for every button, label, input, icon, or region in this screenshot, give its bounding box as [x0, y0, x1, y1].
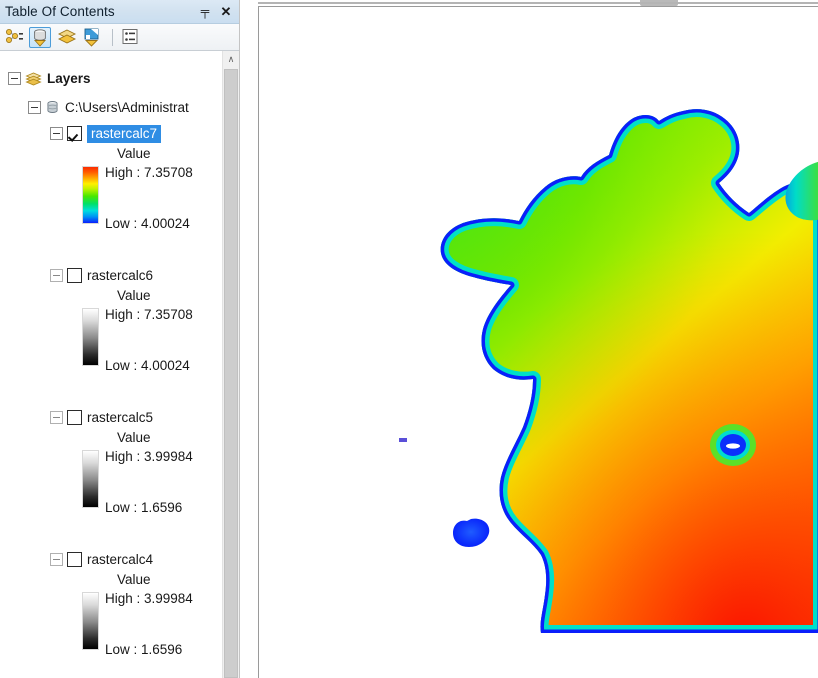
layer-name-rastercalc5[interactable]: rastercalc5 [87, 410, 153, 425]
toolbar-separator [112, 29, 113, 46]
list-by-visibility-icon[interactable] [56, 27, 78, 48]
legend-high-value: High : 3.99984 [105, 449, 193, 464]
legend-high-value: High : 7.35708 [105, 165, 193, 180]
tree-row[interactable]: rastercalc7 [50, 124, 162, 143]
tree-label-layers: Layers [47, 71, 91, 86]
legend-high-value: High : 3.99984 [105, 591, 193, 606]
color-ramp-rastercalc4 [82, 592, 99, 650]
visibility-checkbox-rastercalc4[interactable] [67, 552, 82, 567]
scroll-up-icon[interactable]: ∧ [223, 51, 239, 68]
map-data-frame[interactable] [258, 6, 818, 678]
tree-row[interactable]: rastercalc4 [50, 550, 153, 569]
visibility-checkbox-rastercalc5[interactable] [67, 410, 82, 425]
list-by-source-icon[interactable] [29, 27, 51, 48]
map-canvas-area[interactable] [261, 9, 818, 678]
tree-row[interactable]: rastercalc6 [50, 266, 153, 285]
layer-name-rastercalc4[interactable]: rastercalc4 [87, 552, 153, 567]
legend-field-label: Value [117, 146, 151, 161]
color-ramp-rastercalc7 [82, 166, 99, 224]
layer-name-rastercalc6[interactable]: rastercalc6 [87, 268, 153, 283]
legend-high-value: High : 7.35708 [105, 307, 193, 322]
visibility-checkbox-rastercalc6[interactable] [67, 268, 82, 283]
list-by-selection-icon[interactable] [82, 27, 104, 48]
tree-label-workspace: C:\Users\Administrat [65, 100, 189, 115]
layer-name-rastercalc7[interactable]: rastercalc7 [87, 124, 162, 143]
legend-low-value: Low : 4.00024 [105, 358, 190, 373]
expander-workspace[interactable] [28, 101, 41, 114]
pin-icon[interactable]: ╤ [196, 2, 214, 21]
visibility-checkbox-rastercalc7[interactable] [67, 126, 82, 141]
legend-low-value: Low : 1.6596 [105, 500, 183, 515]
layers-icon [25, 72, 42, 86]
expander-rastercalc4[interactable] [50, 553, 63, 566]
legend-field-label: Value [117, 572, 151, 587]
tree-row[interactable]: rastercalc5 [50, 408, 153, 427]
raster-nodata-hole [710, 424, 756, 466]
options-list-icon[interactable] [120, 27, 142, 48]
list-by-drawing-order-icon[interactable] [4, 27, 26, 48]
toc-titlebar: Table Of Contents ╤ ✕ [0, 0, 240, 24]
table-of-contents-panel: Table Of Contents ╤ ✕ Layers C:\Users\Ad… [0, 0, 240, 678]
tree-row[interactable]: Layers [8, 69, 91, 88]
expander-rastercalc7[interactable] [50, 127, 63, 140]
toc-vertical-scrollbar[interactable]: ∧ [222, 51, 239, 678]
layers-tree[interactable]: Layers C:\Users\Administrat rastercalc7 … [0, 51, 222, 678]
database-icon [45, 100, 60, 115]
raster-layer-rastercalc7 [261, 9, 818, 678]
close-icon[interactable]: ✕ [217, 2, 235, 21]
legend-low-value: Low : 1.6596 [105, 642, 183, 657]
map-frame-top-border [258, 2, 818, 4]
expander-rastercalc5[interactable] [50, 411, 63, 424]
expander-layers[interactable] [8, 72, 21, 85]
panel-splitter[interactable] [240, 0, 258, 678]
legend-field-label: Value [117, 430, 151, 445]
color-ramp-rastercalc5 [82, 450, 99, 508]
legend-low-value: Low : 4.00024 [105, 216, 190, 231]
page-title: Table Of Contents [5, 4, 115, 19]
legend-field-label: Value [117, 288, 151, 303]
color-ramp-rastercalc6 [82, 308, 99, 366]
toc-toolbar [0, 24, 240, 51]
raster-stray-cell [399, 438, 407, 442]
scrollbar-thumb[interactable] [224, 69, 238, 678]
tree-row[interactable]: C:\Users\Administrat [28, 98, 189, 117]
expander-rastercalc6[interactable] [50, 269, 63, 282]
